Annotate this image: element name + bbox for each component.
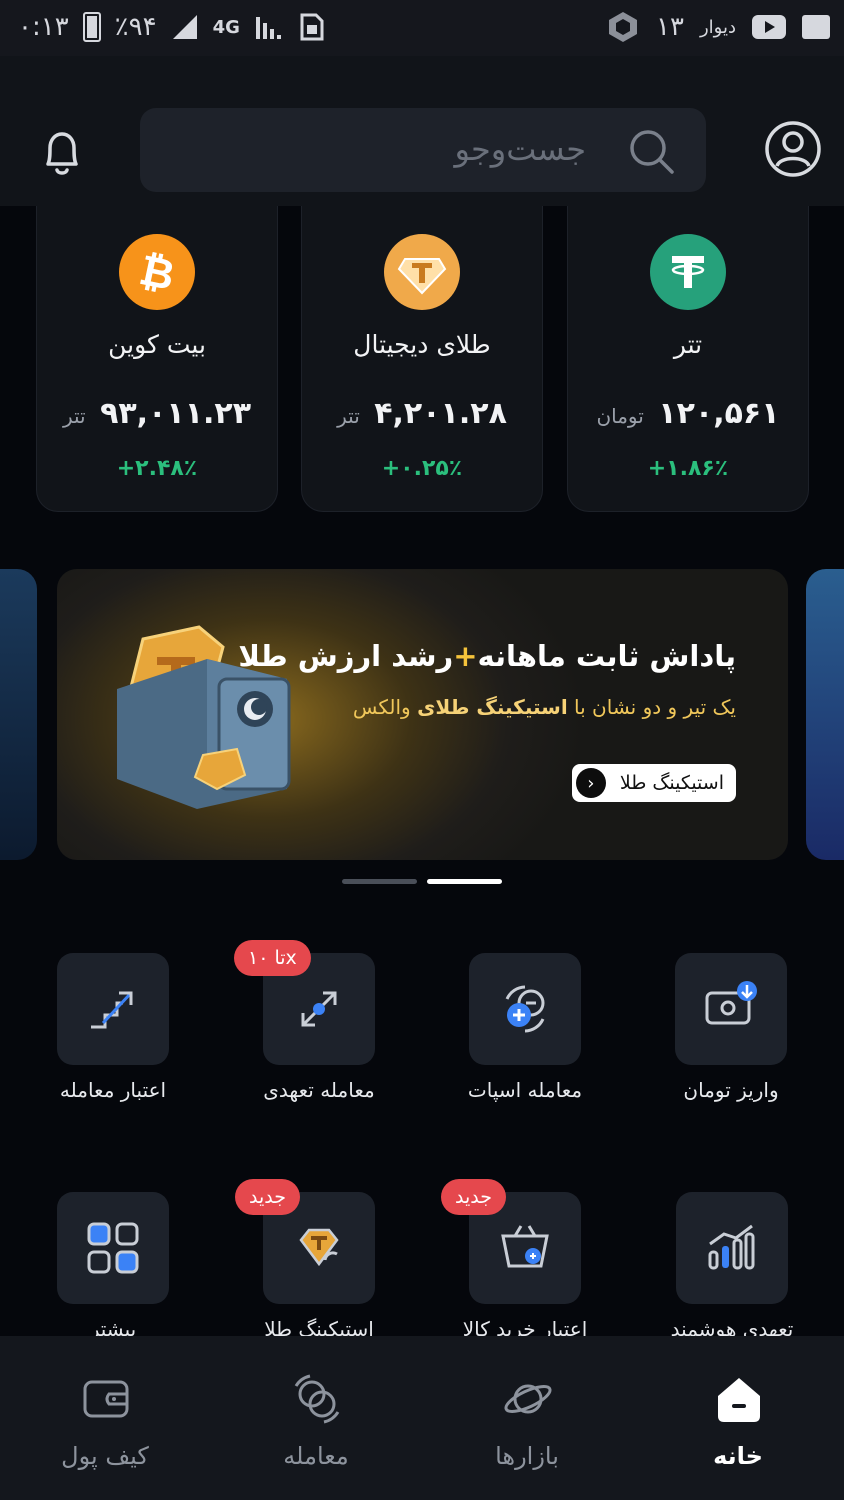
- signal-bars-icon: [255, 17, 281, 39]
- tether-icon: [650, 234, 726, 310]
- nav-label: کیف پول: [61, 1442, 149, 1470]
- trade-credit-button[interactable]: [57, 953, 169, 1065]
- status-bar: ۰:۱۳ ٪۹۴ 4G ۱۳ دیوار: [0, 0, 844, 56]
- coin-price-unit: تتر: [337, 404, 360, 428]
- deposit-toman-button[interactable]: [675, 953, 787, 1065]
- date-number: ۱۳: [656, 12, 684, 42]
- coin-change: +۲.۴۸٪: [116, 456, 198, 481]
- app-name: دیوار: [699, 16, 736, 38]
- new-badge: جدید: [235, 1179, 300, 1215]
- bitcoin-icon: ₿: [119, 234, 195, 310]
- action-label: معامله تعهدی: [263, 1078, 375, 1102]
- coin-change: +۱.۸۶٪: [647, 456, 729, 481]
- network-type: 4G: [212, 16, 240, 38]
- banner-title-part1: پاداش ثابت ماهانه: [477, 639, 737, 673]
- nav-label: خانه: [713, 1442, 763, 1470]
- nav-wallet[interactable]: کیف پول: [5, 1336, 205, 1500]
- carousel-next-slide[interactable]: [806, 569, 844, 860]
- more-grid-icon: [87, 1222, 139, 1274]
- cta-label: استیکینگ طلا: [619, 772, 724, 794]
- nav-label: بازارها: [495, 1442, 559, 1470]
- spot-trade-icon: [505, 985, 545, 1033]
- gold-staking-cta-button[interactable]: استیکینگ طلا ‹: [571, 764, 736, 802]
- youtube-icon: [752, 15, 786, 39]
- gold-safe-illustration: [117, 625, 291, 809]
- smart-margin-button[interactable]: [676, 1192, 788, 1304]
- coin-price-unit: تومان: [596, 404, 644, 428]
- coin-card-digital-gold[interactable]: طلای دیجیتال ۴,۲۰۱.۲۸ تتر +۰.۲۵٪: [301, 206, 543, 512]
- battery-level: ٪۹۴: [114, 12, 157, 42]
- sim-card-icon: [300, 13, 324, 41]
- nav-markets[interactable]: بازارها: [427, 1336, 627, 1500]
- clock: ۰:۱۳: [18, 12, 69, 42]
- nav-label: معامله: [283, 1442, 349, 1470]
- promo-banner[interactable]: پاداش ثابت ماهانه+رشد ارزش طلا یک تیر و …: [57, 569, 788, 860]
- smart-margin-icon: [708, 1224, 755, 1270]
- signal-icon: [172, 15, 197, 39]
- spot-trade-button[interactable]: [469, 953, 581, 1065]
- profile-avatar-icon[interactable]: [764, 120, 822, 178]
- nav-trade[interactable]: معامله: [216, 1336, 416, 1500]
- coin-price-value: ۱۲۰,۵۶۱: [658, 396, 780, 431]
- trade-exchange-icon: [294, 1374, 340, 1424]
- coin-card-tether[interactable]: تتر ۱۲۰,۵۶۱ تومان +۱.۸۶٪: [567, 206, 809, 512]
- app-header: جست‌وجو: [0, 56, 844, 206]
- banner-subtitle: یک تیر و دو نشان با استیکینگ طلای والکس: [353, 695, 736, 719]
- coin-change: +۰.۲۵٪: [381, 456, 463, 481]
- banner-subtitle-bold: استیکینگ طلای: [417, 695, 568, 719]
- coin-price: ۴,۲۰۱.۲۸ تتر: [302, 396, 542, 431]
- action-label: واریز تومان: [683, 1078, 779, 1102]
- banner-title-plus: +: [453, 639, 478, 673]
- new-badge: جدید: [441, 1179, 506, 1215]
- carousel-dot-active[interactable]: [427, 879, 502, 884]
- goods-credit-icon: [501, 1225, 549, 1268]
- home-icon: [718, 1378, 760, 1422]
- coin-name: تتر: [673, 330, 703, 359]
- search-icon: [630, 130, 674, 174]
- coin-price-value: ۴,۲۰۱.۲۸: [374, 396, 507, 431]
- gold-token-icon: [384, 234, 460, 310]
- margin-trade-icon: [301, 991, 337, 1027]
- app-hexagon-icon: [609, 12, 638, 42]
- carousel-prev-slide[interactable]: [0, 569, 37, 860]
- banner-title: پاداش ثابت ماهانه+رشد ارزش طلا: [238, 639, 736, 673]
- search-placeholder: جست‌وجو: [454, 130, 586, 168]
- coin-name: بیت کوین: [108, 330, 206, 359]
- coin-card-bitcoin[interactable]: ₿ بیت کوین ۹۳,۰۱۱.۲۳ تتر +۲.۴۸٪: [36, 206, 278, 512]
- deposit-toman-icon: [705, 981, 757, 1025]
- battery-icon: [82, 12, 101, 42]
- coin-price: ۹۳,۰۱۱.۲۳ تتر: [37, 396, 277, 431]
- nav-home[interactable]: خانه: [638, 1336, 838, 1500]
- banner-title-part2: رشد ارزش طلا: [238, 639, 454, 673]
- message-icon: [802, 15, 830, 39]
- search-bar[interactable]: جست‌وجو: [140, 108, 706, 192]
- status-bar-right: ۱۳ دیوار: [606, 10, 830, 44]
- carousel-dot[interactable]: [342, 879, 417, 884]
- bottom-navigation: خانه بازارها معامله کیف پول: [0, 1336, 844, 1500]
- status-bar-left: ۰:۱۳ ٪۹۴ 4G: [18, 12, 324, 42]
- banner-subtitle-part1: یک تیر و دو نشان با: [574, 695, 736, 719]
- gold-staking-icon: [299, 1228, 339, 1267]
- coin-price: ۱۲۰,۵۶۱ تومان: [568, 396, 808, 431]
- action-label: معامله اسپات: [467, 1078, 583, 1102]
- bell-icon[interactable]: [34, 124, 90, 180]
- coin-price-unit: تتر: [62, 404, 86, 428]
- leverage-badge: تا ۱۰x: [234, 940, 311, 976]
- coin-price-value: ۹۳,۰۱۱.۲۳: [100, 396, 252, 431]
- banner-subtitle-part2: والکس: [352, 695, 411, 719]
- trade-credit-icon: [91, 991, 133, 1029]
- chevron-left-icon: ‹: [575, 768, 606, 798]
- more-button[interactable]: [57, 1192, 169, 1304]
- wallet-icon: [83, 1380, 129, 1418]
- markets-planet-icon: [504, 1384, 552, 1414]
- action-label: اعتبار معامله: [59, 1078, 167, 1102]
- coin-name: طلای دیجیتال: [353, 330, 491, 359]
